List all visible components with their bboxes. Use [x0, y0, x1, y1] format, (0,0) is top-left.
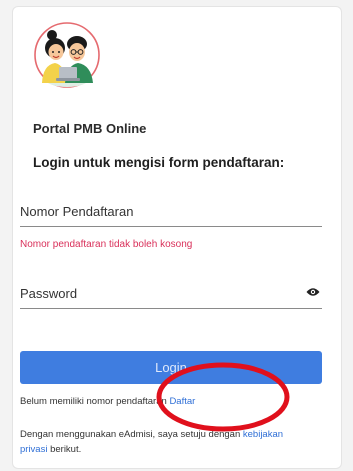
register-prompt-text: Belum memiliki nomor pendaftaran	[20, 396, 167, 407]
register-prompt: Belum memiliki nomor pendaftaran Daftar	[20, 396, 195, 407]
password-field	[20, 278, 322, 309]
nomor-pendaftaran-error: Nomor pendaftaran tidak boleh kosong	[20, 239, 193, 250]
students-mascot-icon	[34, 22, 100, 88]
password-underline	[20, 308, 322, 309]
nomor-pendaftaran-input[interactable]	[20, 196, 322, 226]
password-input[interactable]	[20, 278, 322, 308]
login-heading: Login untuk mengisi form pendaftaran:	[33, 155, 285, 170]
portal-title: Portal PMB Online	[33, 121, 147, 136]
eye-icon[interactable]	[306, 287, 320, 297]
nomor-pendaftaran-underline	[20, 226, 322, 227]
privacy-consent: Dengan menggunakan eAdmisi, saya setuju …	[20, 427, 310, 457]
daftar-link[interactable]: Daftar	[169, 396, 195, 407]
login-button[interactable]: Login	[20, 351, 322, 384]
consent-text: Dengan menggunakan eAdmisi, saya setuju …	[20, 429, 241, 440]
nomor-pendaftaran-field	[20, 196, 322, 227]
consent-suffix: berikut.	[50, 444, 82, 455]
